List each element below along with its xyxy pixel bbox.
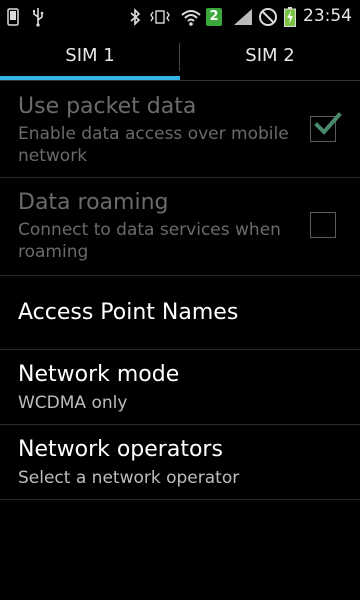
signal-icon	[232, 0, 254, 33]
vibrate-icon	[148, 0, 172, 33]
setting-title: Access Point Names	[18, 300, 239, 325]
setting-title: Data roaming	[18, 190, 169, 215]
setting-title: Network operators	[18, 437, 223, 462]
setting-summary: Connect to data services when roaming	[18, 220, 281, 262]
setting-data-roaming[interactable]: Data roaming Connect to data services wh…	[0, 178, 360, 276]
setting-network-mode[interactable]: Network mode WCDMA only	[0, 350, 360, 425]
packet-data-checkbox[interactable]	[310, 112, 342, 142]
setting-summary: Select a network operator	[18, 468, 240, 488]
sim-tabs: SIM 1 SIM 2	[0, 33, 360, 81]
wifi-icon	[180, 0, 202, 33]
setting-summary: WCDMA only	[18, 393, 128, 413]
battery-charging-icon	[283, 0, 297, 33]
data-roaming-checkbox[interactable]	[310, 212, 336, 238]
usb-icon	[30, 0, 46, 33]
checkmark-icon	[314, 112, 342, 135]
setting-access-point-names[interactable]: Access Point Names	[0, 276, 360, 350]
clock-time: 23:54	[303, 6, 352, 26]
bluetooth-icon	[128, 0, 142, 33]
tab-selected-indicator	[0, 76, 180, 80]
tab-divider	[179, 43, 180, 71]
settings-list: Use packet data Enable data access over …	[0, 81, 360, 500]
setting-summary: Enable data access over mobile network	[18, 124, 289, 166]
status-bar: 2 23:54	[0, 0, 360, 33]
tab-sim1[interactable]: SIM 1	[0, 33, 180, 80]
setting-network-operators[interactable]: Network operators Select a network opera…	[0, 425, 360, 500]
sim2-badge: 2	[205, 0, 223, 33]
no-signal-icon	[257, 0, 279, 33]
phone-icon	[6, 0, 20, 33]
setting-title: Use packet data	[18, 94, 197, 119]
tab-sim2[interactable]: SIM 2	[180, 33, 360, 80]
setting-title: Network mode	[18, 362, 180, 387]
setting-use-packet-data[interactable]: Use packet data Enable data access over …	[0, 81, 360, 178]
